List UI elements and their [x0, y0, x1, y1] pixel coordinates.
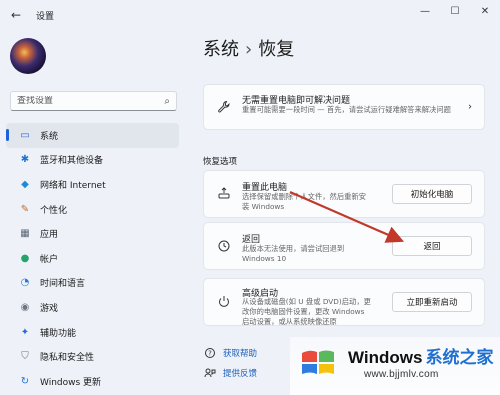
window-controls: — ☐ ✕ — [410, 0, 500, 22]
app-title: 设置 — [36, 11, 55, 22]
advanced-startup-card: 高级启动 从设备或磁盘(如 U 盘或 DVD)启动，更改你的电脑固件设置，更改 … — [203, 278, 485, 326]
help-icon: ? — [203, 346, 217, 360]
sidebar-item[interactable]: ◆ 网络和 Internet — [6, 172, 179, 197]
chevron-right-icon: › — [468, 101, 472, 113]
get-help-link[interactable]: ? 获取帮助 — [203, 346, 257, 360]
svg-text:?: ? — [208, 350, 212, 358]
sidebar-item-label: 系统 — [40, 131, 59, 142]
get-help-label[interactable]: 获取帮助 — [223, 347, 257, 359]
avatar[interactable] — [10, 38, 46, 74]
go-back-button[interactable]: 返回 — [392, 236, 472, 256]
go-back-card: 返回 此版本无法使用，请尝试回退到 Windows 10 返回 — [203, 222, 485, 270]
account-icon: ● — [20, 252, 30, 264]
sidebar-item-label: Windows 更新 — [40, 377, 102, 388]
maximize-icon[interactable]: ☐ — [440, 0, 470, 22]
sidebar-item-label: 网络和 Internet — [40, 180, 106, 191]
sidebar-item[interactable]: ✎ 个性化 — [6, 197, 179, 222]
fix-card-desc: 重置可能需要一段时间 — 首先，请尝试运行疑难解答来解决问题 — [242, 105, 451, 114]
search-box[interactable]: ⌕ — [10, 91, 177, 111]
feedback-link[interactable]: 提供反馈 — [203, 366, 257, 380]
back-arrow-icon[interactable]: ← — [6, 5, 26, 25]
clock-globe-icon: ◔ — [20, 277, 30, 289]
sidebar-item[interactable]: ▦ 应用 — [6, 221, 179, 246]
close-icon[interactable]: ✕ — [470, 0, 500, 22]
wrench-icon — [216, 99, 232, 115]
restart-now-button[interactable]: 立即重新启动 — [392, 292, 472, 312]
sidebar-item[interactable]: ▭ 系统 — [6, 123, 179, 148]
sidebar-item-label: 蓝牙和其他设备 — [40, 156, 104, 167]
history-icon — [216, 238, 232, 254]
advanced-startup-icon — [216, 294, 232, 310]
update-icon: ↻ — [20, 375, 30, 387]
sidebar-item[interactable]: ◔ 时间和语言 — [6, 271, 179, 296]
sidebar-item[interactable]: ✦ 辅助功能 — [6, 320, 179, 345]
breadcrumb-parent[interactable]: 系统 — [203, 39, 239, 60]
accessibility-icon: ✦ — [20, 326, 30, 338]
reset-pc-card: 重置此电脑 选择保留或删除个人文件，然后重新安装 Windows 初始化电脑 — [203, 170, 485, 218]
sidebar-item-label: 辅助功能 — [40, 328, 77, 339]
search-icon[interactable]: ⌕ — [164, 96, 170, 107]
sidebar-item-label: 个性化 — [40, 205, 68, 216]
sidebar-item-label: 帐户 — [40, 254, 59, 265]
reset-pc-button[interactable]: 初始化电脑 — [392, 184, 472, 204]
sidebar-item-label: 时间和语言 — [40, 279, 86, 290]
brush-icon: ✎ — [20, 203, 30, 215]
sidebar-item[interactable]: ↻ Windows 更新 — [6, 369, 179, 394]
sidebar-item[interactable]: ◉ 游戏 — [6, 295, 179, 320]
breadcrumb-separator: › — [245, 39, 253, 60]
apps-icon: ▦ — [20, 228, 30, 240]
sidebar-nav: ▭ 系统 ✱ 蓝牙和其他设备 ◆ 网络和 Internet ✎ 个性化 ▦ 应用 ● 帐户 ◔ 时间和语言… — [6, 123, 179, 394]
wifi-icon: ◆ — [21, 178, 29, 190]
sidebar-item-label: 游戏 — [40, 303, 59, 314]
sidebar-item-label: 应用 — [40, 230, 59, 241]
breadcrumb-current: 恢复 — [258, 39, 295, 60]
page-title: 系统 › 恢复 — [203, 35, 294, 61]
section-heading: 恢复选项 — [203, 157, 238, 167]
monitor-icon: ▭ — [20, 129, 30, 141]
feedback-icon — [203, 366, 217, 380]
option-desc: 从设备或磁盘(如 U 盘或 DVD)启动，更改你的电脑固件设置，更改 Windo… — [242, 297, 371, 326]
watermark: Windows 系统之家 www.bjjmlv.com — [290, 337, 500, 395]
gamepad-icon: ◉ — [20, 301, 30, 313]
title-bar: ← 设置 — ☐ ✕ — [0, 0, 500, 30]
sidebar: ⌕ ▭ 系统 ✱ 蓝牙和其他设备 ◆ 网络和 Internet ✎ 个性化 ▦ 应用 ● 帐户 ◔ 时间和… — [0, 30, 185, 395]
watermark-url: www.bjjmlv.com — [364, 369, 439, 380]
watermark-brand: Windows 系统之家 — [348, 348, 494, 367]
option-desc: 此版本无法使用，请尝试回退到 Windows 10 — [242, 244, 345, 263]
reset-pc-icon — [216, 186, 232, 202]
bluetooth-icon: ✱ — [20, 154, 30, 166]
search-input[interactable] — [17, 96, 165, 106]
sidebar-item[interactable]: ⛉ 隐私和安全性 — [6, 344, 179, 369]
sidebar-item-label: 隐私和安全性 — [40, 353, 95, 364]
feedback-label[interactable]: 提供反馈 — [223, 367, 257, 379]
fix-problems-card[interactable]: 无需重置电脑即可解决问题 重置可能需要一段时间 — 首先，请尝试运行疑难解答来解… — [203, 84, 485, 130]
windows-logo-icon — [302, 350, 334, 374]
option-desc: 选择保留或删除个人文件，然后重新安装 Windows — [242, 192, 367, 211]
sidebar-item[interactable]: ✱ 蓝牙和其他设备 — [6, 148, 179, 173]
sidebar-item[interactable]: ● 帐户 — [6, 246, 179, 271]
minimize-icon[interactable]: — — [410, 0, 440, 22]
shield-icon: ⛉ — [21, 351, 29, 363]
